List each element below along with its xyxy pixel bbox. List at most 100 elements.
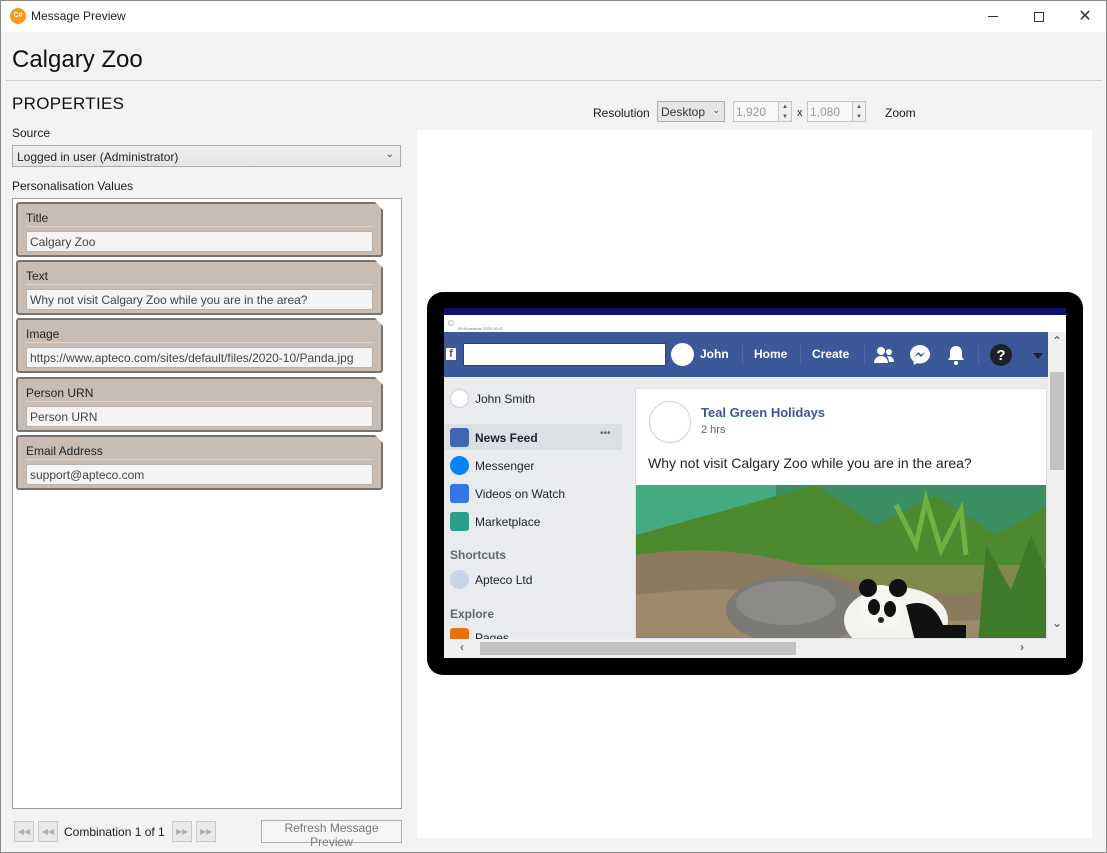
post-author-link[interactable]: Teal Green Holidays <box>701 405 825 420</box>
feed-post: Teal Green Holidays 2 hrs Why not visit … <box>635 388 1047 639</box>
message-preview-window: C# Message Preview ✕ Calgary Zoo PROPERT… <box>0 0 1107 853</box>
field-label: Title <box>26 211 49 225</box>
field-label: Image <box>26 327 60 341</box>
more-options-icon[interactable]: ••• <box>600 428 611 439</box>
combination-counter: Combination 1 of 1 <box>64 825 165 839</box>
sidebar-item-messenger[interactable]: Messenger <box>450 456 534 475</box>
spin-down-icon[interactable]: ▼ <box>779 112 791 122</box>
close-button[interactable]: ✕ <box>1062 1 1106 32</box>
vertical-scroll-thumb[interactable] <box>1050 372 1064 470</box>
field-card-person-urn: Person URN <box>16 377 383 432</box>
post-timestamp[interactable]: 2 hrs <box>701 424 725 436</box>
marketplace-icon <box>450 512 469 531</box>
chevron-down-icon: ⌄ <box>385 149 394 160</box>
next-combination-button[interactable]: ▶▶ <box>172 821 192 842</box>
post-text: Why not visit Calgary Zoo while you are … <box>648 455 972 471</box>
facebook-search-input[interactable] <box>463 343 666 366</box>
image-field[interactable] <box>26 347 373 368</box>
source-value: Logged in user (Administrator) <box>17 150 179 164</box>
help-icon[interactable]: ? <box>989 343 1013 367</box>
first-combination-button[interactable]: ◀◀ <box>14 821 34 842</box>
sidebar-item-label: John Smith <box>475 391 536 406</box>
news-feed-icon <box>450 428 469 447</box>
messenger-icon[interactable] <box>908 343 932 367</box>
sidebar-item-label: News Feed <box>475 430 538 445</box>
refresh-preview-button[interactable]: Refresh Message Preview <box>261 820 402 849</box>
avatar[interactable] <box>671 343 694 366</box>
chevron-up-icon[interactable]: ⌃ <box>1052 334 1062 348</box>
email-header-strip <box>444 308 1066 315</box>
text-field[interactable] <box>26 289 373 310</box>
preview-screen: 09 November 2020 09:47 f John Home Creat… <box>444 308 1066 658</box>
facebook-left-sidebar: John Smith News Feed ••• Messenger Video… <box>444 377 635 647</box>
field-label: Person URN <box>26 386 94 400</box>
personalisation-values-list: Title Text Image Person URN Email Addres… <box>12 198 402 809</box>
minimize-button[interactable] <box>970 1 1016 32</box>
chevron-down-icon[interactable]: ⌄ <box>1052 616 1062 630</box>
width-spinner[interactable]: ▲ ▼ <box>778 101 792 122</box>
field-card-image: Image <box>16 318 383 373</box>
maximize-icon <box>1034 11 1044 22</box>
close-icon: ✕ <box>1078 7 1092 25</box>
person-urn-field[interactable] <box>26 406 373 427</box>
spin-up-icon[interactable]: ▲ <box>853 102 865 112</box>
source-label: Source <box>12 126 51 140</box>
avatar[interactable] <box>649 401 691 443</box>
field-card-title: Title <box>16 202 383 257</box>
video-icon <box>450 484 469 503</box>
horizontal-scrollbar[interactable]: ‹ › <box>444 639 1066 658</box>
field-card-email-address: Email Address <box>16 435 383 490</box>
nav-create-link[interactable]: Create <box>812 347 849 361</box>
resolution-dropdown[interactable]: Desktop ⌄ <box>657 101 725 122</box>
messenger-icon <box>450 456 469 475</box>
resolution-label: Resolution <box>593 106 650 120</box>
explore-heading: Explore <box>450 607 495 621</box>
chevron-left-icon[interactable]: ‹ <box>460 640 464 654</box>
panda-image[interactable] <box>636 485 1047 639</box>
spin-up-icon[interactable]: ▲ <box>779 102 791 112</box>
sidebar-item-marketplace[interactable]: Marketplace <box>450 512 540 531</box>
globe-icon <box>448 320 454 326</box>
spin-down-icon[interactable]: ▼ <box>853 112 865 122</box>
title-bar: C# Message Preview ✕ <box>1 1 1106 32</box>
zoom-label: Zoom <box>885 106 916 120</box>
previous-combination-button[interactable]: ◀◀ <box>38 821 58 842</box>
email-date-text: 09 November 2020 09:47 <box>458 326 504 331</box>
height-spinner[interactable]: ▲ ▼ <box>852 101 866 122</box>
sidebar-item-videos-on-watch[interactable]: Videos on Watch <box>450 484 565 503</box>
chevron-down-icon: ⌄ <box>712 105 720 115</box>
vertical-scrollbar[interactable]: ⌃ ⌄ <box>1048 332 1066 640</box>
chevron-right-icon[interactable]: › <box>1020 640 1024 654</box>
source-dropdown[interactable]: Logged in user (Administrator) ⌄ <box>12 145 401 167</box>
friends-icon[interactable] <box>872 343 896 367</box>
minimize-icon <box>988 16 998 17</box>
header-divider <box>6 80 1102 81</box>
sidebar-item-label: Apteco Ltd <box>475 572 533 587</box>
personalisation-values-label: Personalisation Values <box>12 179 134 193</box>
field-label: Email Address <box>26 444 103 458</box>
sidebar-item-apteco[interactable]: Apteco Ltd <box>450 570 532 589</box>
nav-home-link[interactable]: Home <box>754 347 787 361</box>
sidebar-item-news-feed[interactable]: News Feed <box>450 428 538 447</box>
facebook-logo-icon: f <box>446 348 456 360</box>
account-menu-icon[interactable] <box>1026 343 1050 367</box>
resolution-value: Desktop <box>661 105 706 119</box>
title-field[interactable] <box>26 231 373 252</box>
window-title: Message Preview <box>31 9 126 23</box>
nav-user-link[interactable]: John <box>700 347 729 361</box>
properties-title: PROPERTIES <box>12 94 125 113</box>
notifications-bell-icon[interactable] <box>944 343 968 367</box>
page-icon <box>450 570 469 589</box>
sidebar-item-profile[interactable]: John Smith <box>450 389 535 408</box>
field-card-text: Text <box>16 260 383 315</box>
last-combination-button[interactable]: ▶▶ <box>196 821 216 842</box>
dimension-separator: x <box>797 107 803 119</box>
email-address-field[interactable] <box>26 464 373 485</box>
maximize-button[interactable] <box>1016 1 1062 32</box>
facebook-top-bar: f John Home Create ? <box>444 332 1048 377</box>
horizontal-scroll-thumb[interactable] <box>480 642 796 655</box>
shortcuts-heading: Shortcuts <box>450 548 507 562</box>
facebook-feed: Teal Green Holidays 2 hrs Why not visit … <box>635 377 1048 639</box>
svg-text:?: ? <box>996 347 1005 364</box>
avatar <box>450 389 469 408</box>
